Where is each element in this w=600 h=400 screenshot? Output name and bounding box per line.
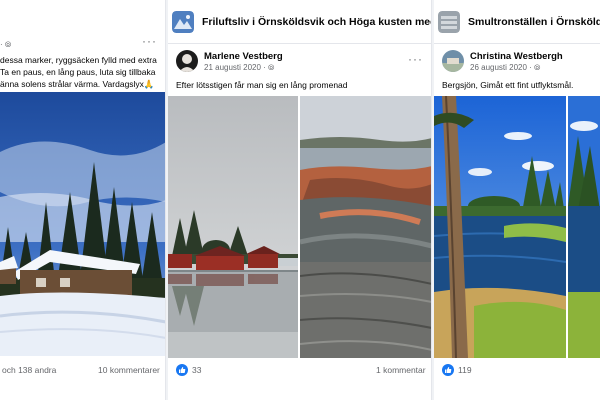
more-options-icon[interactable]: ··· (142, 34, 157, 48)
rocky-shore-image (300, 96, 431, 358)
post-text: Efter lötsstigen får man sig en lång pro… (176, 80, 348, 90)
post-card-bergsjon: Smultronställen i Örnsköldsvik m Christi… (434, 0, 600, 400)
post-text-line: dessa marker, ryggsäcken fylld med extra (0, 55, 157, 65)
post-text: Bergsjön, Gimåt ett fint utflyktsmål. (442, 80, 574, 90)
group-avatar (172, 10, 194, 33)
post-photo-red-boathouses[interactable] (168, 96, 298, 358)
post-card-lotsstigen: Friluftsliv i Örnsköldsvik och Höga kust… (168, 0, 432, 400)
group-header[interactable]: Smultronställen i Örnsköldsvik m (434, 0, 600, 44)
comments-count[interactable]: 10 kommentarer (98, 365, 160, 375)
post-meta: · ⦾ (0, 40, 12, 49)
avatar-image (442, 50, 464, 72)
post-photo-lake-side[interactable] (568, 96, 600, 358)
author-name[interactable]: Christina Westbergh (470, 51, 563, 62)
post-author-row: Marlene Vestberg 21 augusti 2020 · ⦾ ··· (176, 50, 423, 76)
post-text: dessa marker, ryggsäcken fylld med extra… (0, 54, 165, 90)
post-date[interactable]: 21 augusti 2020 · ⦾ (204, 63, 274, 73)
like-count[interactable]: 119 (458, 365, 472, 375)
post-stats: 119 (434, 360, 600, 380)
group-header[interactable]: Friluftsliv i Örnsköldsvik och Höga kust… (168, 0, 431, 44)
boathouses-image (168, 96, 298, 358)
group-name[interactable]: Smultronställen i Örnsköldsvik m (468, 16, 600, 28)
author-avatar[interactable] (442, 50, 464, 72)
like-count[interactable]: 33 (192, 365, 201, 375)
post-text-line: Ta en paus, en lång paus, luta sig tillb… (0, 67, 156, 77)
lake-side-image (568, 96, 600, 358)
post-stats: och 138 andra 10 kommentarer (0, 360, 165, 380)
post-stats: 33 1 kommentar (168, 360, 431, 380)
post-author-row: Christina Westbergh 26 augusti 2020 · ⦾ (442, 50, 592, 76)
thumbs-up-icon (176, 364, 188, 376)
reactions-count[interactable]: och 138 andra (2, 365, 56, 375)
comments-count[interactable]: 1 kommentar (376, 365, 426, 375)
avatar-image (176, 50, 198, 72)
group-avatar (438, 10, 460, 33)
lake-pine-image (434, 96, 566, 358)
post-card-winter: · ⦾ ··· dessa marker, ryggsäcken fylld m… (0, 0, 166, 400)
group-name[interactable]: Friluftsliv i Örnsköldsvik och Höga kust… (202, 16, 431, 28)
post-photo-rocky-shore[interactable] (300, 96, 431, 358)
post-date[interactable]: 26 augusti 2020 · ⦾ (470, 63, 540, 73)
thumbs-up-icon (442, 364, 454, 376)
more-options-icon[interactable]: ··· (408, 52, 423, 66)
post-photo-lake-pine[interactable] (434, 96, 566, 358)
post-photo-winter-cabin[interactable] (0, 92, 165, 356)
post-text-line: änna solens strålar värma. Vardagslyx🙏 (0, 79, 155, 89)
news-feed: · ⦾ ··· dessa marker, ryggsäcken fylld m… (0, 0, 600, 400)
author-avatar[interactable] (176, 50, 198, 72)
author-name[interactable]: Marlene Vestberg (204, 51, 283, 62)
winter-cabin-image (0, 92, 165, 356)
